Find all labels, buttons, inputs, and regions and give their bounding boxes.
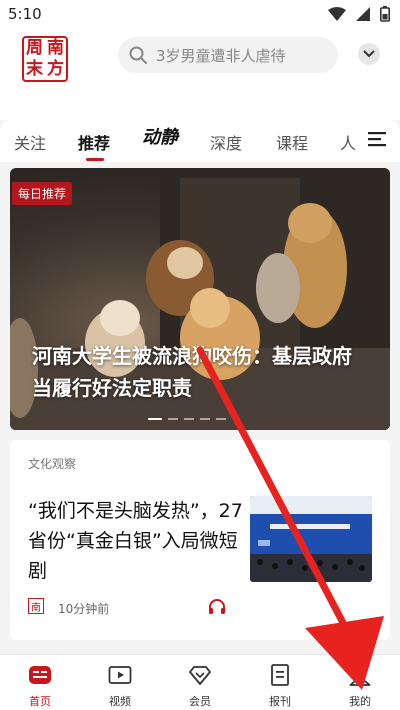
carousel-dot — [148, 418, 162, 420]
tab-follow[interactable]: 关注 — [14, 130, 46, 154]
hamburger-menu-icon[interactable] — [368, 131, 386, 147]
tab-courses[interactable]: 课程 — [276, 130, 308, 154]
nav-newspaper[interactable]: 报刊 — [240, 655, 320, 710]
video-play-icon — [108, 666, 132, 684]
channel-tabs: 关注 推荐 深度 课程 人 — [0, 120, 400, 162]
status-icons — [328, 6, 390, 22]
newspaper-icon — [271, 664, 289, 686]
carousel-dot — [200, 418, 210, 420]
battery-icon — [380, 6, 390, 22]
chevron-down-icon — [363, 50, 375, 58]
search-placeholder: 3岁男童遭非人虐待 — [156, 46, 286, 65]
carousel-dot — [184, 418, 194, 420]
logo-char: 周 — [26, 38, 43, 58]
carousel-dot — [216, 418, 226, 420]
card-headline[interactable]: “我们不是头脑发热”，27省份“真金白银”入局微短剧 — [28, 496, 243, 586]
headphones-icon[interactable] — [208, 598, 226, 616]
nav-member[interactable]: 会员 — [160, 655, 240, 710]
nav-label: 首页 — [29, 695, 51, 708]
home-news-icon — [29, 666, 51, 684]
tab-people[interactable]: 人 — [340, 130, 356, 154]
nav-label: 我的 — [349, 695, 371, 708]
status-time: 5:10 — [8, 5, 42, 23]
nav-label: 会员 — [189, 695, 211, 708]
wifi-icon — [328, 7, 346, 21]
carousel-dot — [168, 418, 178, 420]
active-tab-indicator — [86, 158, 104, 161]
expand-menu-button[interactable] — [358, 43, 380, 65]
card-category[interactable]: 文化观察 — [28, 455, 76, 472]
nav-label: 报刊 — [269, 695, 291, 708]
signal-icon — [356, 7, 370, 21]
tab-recommend[interactable]: 推荐 — [78, 130, 110, 154]
search-input[interactable]: 3岁男童遭非人虐待 — [118, 37, 338, 73]
banner-headline[interactable]: 河南大学生被流浪狗咬伤：基层政府当履行好法定职责 — [32, 340, 357, 404]
bottom-navigation: 首页 视频 会员 报刊 我的 — [0, 654, 400, 710]
logo-char: 方 — [47, 59, 64, 79]
profile-person-icon — [349, 665, 371, 686]
card-thumbnail[interactable] — [250, 496, 372, 582]
card-timestamp: 10分钟前 — [58, 602, 110, 616]
tab-depth[interactable]: 深度 — [210, 130, 242, 154]
conference-photo — [250, 496, 372, 582]
nav-profile[interactable]: 我的 — [320, 655, 400, 710]
nav-video[interactable]: 视频 — [80, 655, 160, 710]
app-logo: 周 南 末 方 — [22, 36, 68, 82]
logo-char: 末 — [26, 59, 43, 79]
tab-dongjing[interactable]: 动静 — [142, 123, 178, 149]
banner-tag: 每日推荐 — [12, 182, 73, 205]
nav-home[interactable]: 首页 — [0, 655, 80, 710]
member-diamond-icon — [189, 666, 211, 685]
nav-label: 视频 — [109, 695, 131, 708]
status-bar: 5:10 — [0, 0, 400, 30]
search-icon — [129, 46, 147, 64]
carousel-indicator — [148, 418, 226, 420]
logo-char: 南 — [47, 38, 64, 58]
source-logo: 南 — [28, 598, 44, 614]
